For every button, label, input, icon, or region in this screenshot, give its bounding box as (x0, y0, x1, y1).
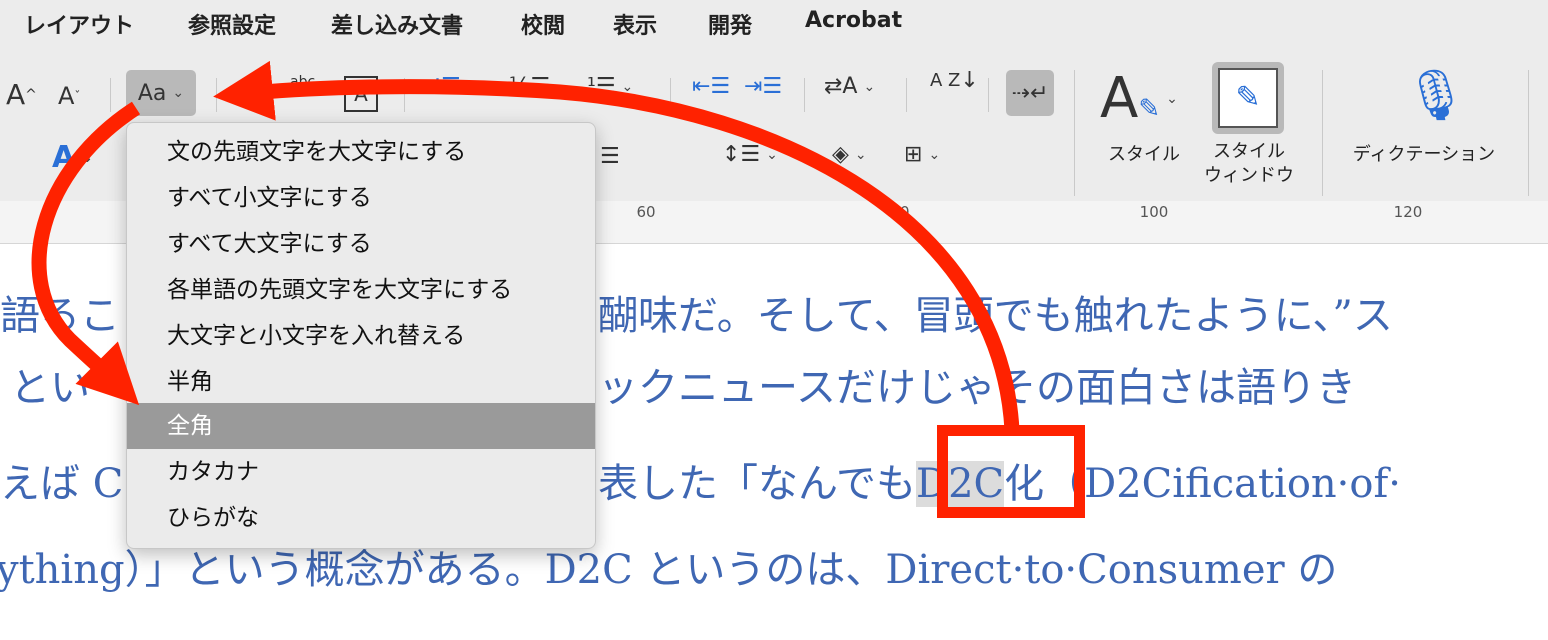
menu-item-half-width[interactable]: 半角 (127, 359, 595, 405)
bullets-button[interactable]: ⁝☰ ⌄ (434, 74, 478, 99)
menu-item-uppercase[interactable]: すべて大文字にする (127, 221, 595, 267)
return-arrow-icon: ⇢↵ (1011, 80, 1049, 106)
styles-pane-label: スタイル ウィンドウ (1204, 141, 1294, 186)
increase-indent-button[interactable]: ⇥☰ (744, 74, 782, 99)
ruler-mark: 80 (890, 203, 910, 221)
increase-indent-icon: ⇥☰ (744, 74, 783, 99)
chevron-down-icon: ⌄ (854, 146, 867, 163)
menu-item-lowercase[interactable]: すべて小文字にする (127, 175, 595, 221)
chevron-down-icon: ⌄ (863, 78, 876, 95)
ribbon-divider (906, 78, 907, 112)
show-formatting-button[interactable]: ⇢↵ (1006, 70, 1054, 116)
menu-item-capitalize-words[interactable]: 各単語の先頭文字を大文字にする (127, 267, 595, 313)
caret-up-icon: ^ (25, 86, 37, 103)
chevron-down-icon: ⌄ (928, 146, 941, 163)
change-case-button[interactable]: Aa ⌄ (126, 70, 196, 116)
menu-review[interactable]: 校閲 (521, 8, 565, 40)
line-spacing-button[interactable]: ↕☰ ⌄ (722, 142, 778, 167)
chevron-down-icon: ⌄ (621, 78, 634, 95)
decrease-indent-button[interactable]: ⇤☰ (692, 74, 730, 99)
document-line: えば C (0, 461, 124, 507)
menu-item-hiragana[interactable]: ひらがな (127, 495, 595, 541)
styles-label: スタイル (1108, 144, 1180, 165)
styles-brush-icon: A✎ (1100, 66, 1161, 131)
ruler-mark: 120 (1393, 203, 1423, 221)
menu-item-sentence-case[interactable]: 文の先頭文字を大文字にする (127, 129, 595, 175)
ruler-mark: 100 (1139, 203, 1169, 221)
chevron-down-icon: ⌄ (556, 78, 568, 95)
menu-layout[interactable]: レイアウト (24, 8, 134, 40)
borders-icon: ⊞ (904, 142, 923, 167)
caret-down-icon: ˇ (74, 89, 81, 103)
grow-font-button[interactable]: A ^ (6, 78, 37, 111)
ribbon-divider (110, 78, 111, 112)
ribbon-divider (804, 78, 805, 112)
text-direction-button[interactable]: ⇄A ⌄ (824, 74, 875, 99)
dictation-button[interactable]: 🎙 (1404, 66, 1467, 125)
ribbon-divider (1074, 70, 1075, 196)
shading-button[interactable]: ◈ ⌄ (832, 142, 867, 167)
menu-acrobat[interactable]: Acrobat (805, 8, 902, 33)
align-justify-icon: ☰ (600, 144, 620, 169)
numbering-button[interactable]: ⅓☰ ⌄ (509, 74, 568, 99)
document-line: とい (10, 365, 90, 411)
styles-gallery-button[interactable]: A✎ ⌄ (1100, 66, 1178, 131)
multilevel-list-icon: ¹☰ (587, 74, 616, 99)
ribbon-divider (1322, 70, 1323, 196)
shrink-font-button[interactable]: Aˇ (58, 82, 80, 110)
styles-pane-button[interactable]: ✎ (1212, 62, 1284, 134)
document-line: 醐味だ。そして、冒頭でも触れたように、”ス (598, 293, 1393, 339)
borders-button[interactable]: ⊞ ⌄ (904, 142, 940, 167)
line-spacing-icon: ↕☰ (722, 142, 761, 167)
styles-pane-icon: ✎ (1218, 68, 1278, 128)
ribbon-divider (1528, 70, 1529, 196)
align-justify-button[interactable]: ☰ (600, 144, 620, 169)
document-line: 語るこ (0, 293, 120, 339)
change-case-menu: 文の先頭文字を大文字にする すべて小文字にする すべて大文字にする 各単語の先頭… (126, 122, 596, 549)
arrow-down-icon: ↓ (960, 68, 979, 93)
ribbon-divider (988, 78, 989, 112)
menu-view[interactable]: 表示 (613, 8, 657, 40)
sort-button[interactable]: A Z ↓ (930, 68, 979, 93)
chevron-down-icon: ⌄ (466, 78, 479, 95)
menu-developer[interactable]: 開発 (708, 8, 752, 40)
menu-item-toggle-case[interactable]: 大文字と小文字を入れ替える (127, 313, 595, 359)
phonetic-guide-button[interactable]: abc (290, 74, 315, 90)
ribbon-divider (404, 78, 405, 112)
menu-bar: レイアウト 参照設定 差し込み文書 校閲 表示 開発 Acrobat (0, 0, 1548, 44)
menu-mailings[interactable]: 差し込み文書 (331, 8, 463, 40)
dictation-label: ディクテーション (1352, 144, 1496, 165)
decrease-indent-icon: ⇤☰ (692, 74, 731, 99)
text-direction-icon: ⇄A (824, 74, 858, 99)
chevron-down-icon: ⌄ (172, 85, 185, 101)
ribbon-divider (670, 78, 671, 112)
multilevel-list-button[interactable]: ¹☰ ⌄ (587, 74, 633, 99)
menu-references[interactable]: 参照設定 (188, 8, 276, 40)
paint-bucket-icon: ◈ (832, 142, 849, 167)
character-border-button[interactable]: A (344, 76, 378, 112)
ribbon-divider (216, 78, 217, 112)
ruler-mark: 60 (636, 203, 656, 221)
numbering-icon: ⅓☰ (509, 74, 551, 99)
chevron-down-icon: ⌄ (1166, 90, 1178, 107)
bullets-icon: ⁝☰ (434, 74, 461, 99)
microphone-icon: 🎙 (1404, 66, 1468, 124)
chevron-down-icon: ⌄ (81, 149, 93, 166)
annotation-highlight-box (937, 425, 1085, 518)
menu-item-katakana[interactable]: カタカナ (127, 449, 595, 495)
document-line: ックニュースだけじゃその面白さは語りき (598, 365, 1356, 411)
text-effects-button[interactable]: A ⌄ (52, 140, 93, 175)
chevron-down-icon: ⌄ (766, 146, 778, 163)
menu-item-full-width[interactable]: 全角 (127, 403, 595, 449)
